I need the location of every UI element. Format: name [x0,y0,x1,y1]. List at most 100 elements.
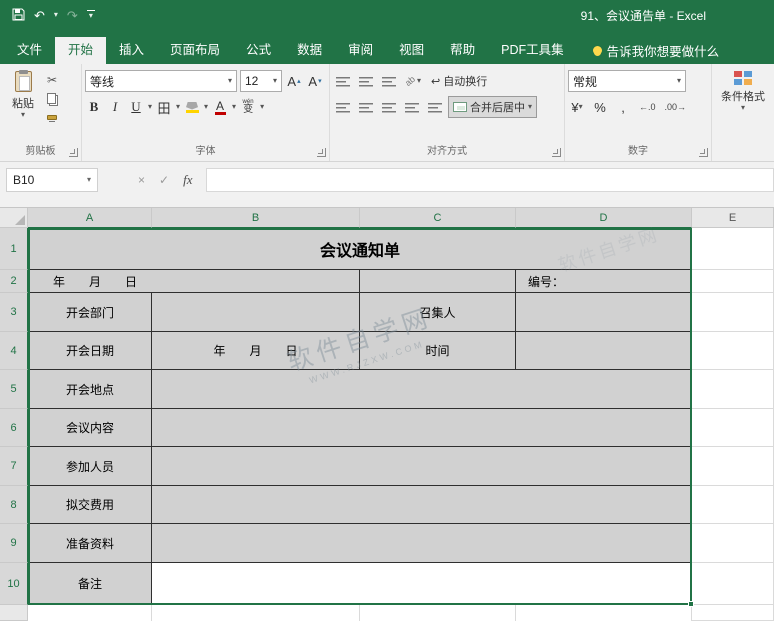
font-dialog-launcher[interactable] [317,148,326,157]
row-header-2[interactable]: 2 [0,270,28,293]
alignment-dialog-launcher[interactable] [552,148,561,157]
bold-button[interactable]: B [85,96,103,118]
number-dialog-launcher[interactable] [699,148,708,157]
cell-e6[interactable] [692,409,774,447]
cell-convener-label[interactable]: 召集人 [360,293,516,332]
row-header-6[interactable]: 6 [0,409,28,447]
customize-qat-icon[interactable]: ▾ [86,10,95,20]
cell-serial-label[interactable]: 编号： [516,270,692,293]
cell-e2[interactable] [692,270,774,293]
cell-e7[interactable] [692,447,774,486]
tab-home[interactable]: 开始 [55,37,107,64]
align-bottom-icon[interactable] [379,70,399,92]
cell-remark-label[interactable]: 备注 [28,563,152,605]
cell-convener-value[interactable] [516,293,692,332]
increase-font-icon[interactable]: A ▴ [285,70,303,92]
comma-format-icon[interactable]: , [614,96,632,118]
align-center-icon[interactable] [356,96,376,118]
column-header-e[interactable]: E [692,208,774,228]
insert-function-icon[interactable]: fx [183,172,192,188]
cell-content-value[interactable] [152,409,692,447]
column-header-a[interactable]: A [28,208,152,228]
cell-e11[interactable] [692,605,774,621]
cell-dept-label[interactable]: 开会部门 [28,293,152,332]
borders-icon[interactable]: 田 [155,96,173,118]
underline-button[interactable]: U [127,96,145,118]
enter-icon[interactable]: ✓ [159,173,169,187]
increase-decimal-icon[interactable]: ←.0 [637,96,658,118]
cell-e3[interactable] [692,293,774,332]
cell-attendees-label[interactable]: 参加人员 [28,447,152,486]
tab-data[interactable]: 数据 [284,37,335,64]
italic-button[interactable]: I [106,96,124,118]
tab-help[interactable]: 帮助 [437,37,488,64]
tab-review[interactable]: 审阅 [335,37,386,64]
format-painter-icon[interactable] [47,110,57,125]
cell-time-label[interactable]: 时间 [360,332,516,370]
cell-a11[interactable] [28,605,152,621]
wrap-text-button[interactable]: ↩ 自动换行 [427,70,491,92]
align-left-icon[interactable] [333,96,353,118]
tab-insert[interactable]: 插入 [106,37,157,64]
cell-b11[interactable] [152,605,360,621]
redo-icon[interactable]: ↷ [67,9,78,22]
align-right-icon[interactable] [379,96,399,118]
row-header-3[interactable]: 3 [0,293,28,332]
row-header-4[interactable]: 4 [0,332,28,370]
row-header-8[interactable]: 8 [0,486,28,524]
active-cell-b10[interactable] [152,563,692,605]
tab-pdf-tools[interactable]: PDF工具集 [488,37,577,64]
cell-attendees-value[interactable] [152,447,692,486]
column-header-b[interactable]: B [152,208,360,228]
row-header-9[interactable]: 9 [0,524,28,563]
paste-dropdown-icon[interactable]: ▾ [21,111,25,119]
cell-e1[interactable] [692,228,774,270]
row-header-5[interactable]: 5 [0,370,28,409]
name-box[interactable]: B10 ▾ [6,168,98,192]
select-all-button[interactable] [0,208,28,228]
cell-c2[interactable] [360,270,516,293]
tab-view[interactable]: 视图 [386,37,437,64]
save-icon[interactable] [12,8,25,23]
orientation-icon[interactable]: ab ▾ [402,70,424,92]
cell-content-label[interactable]: 会议内容 [28,409,152,447]
font-name-combo[interactable]: 等线 ▾ [85,70,237,92]
currency-format-icon[interactable]: ¥ ▾ [568,96,586,118]
cell-title[interactable]: 会议通知单 [28,228,692,270]
cell-d11[interactable] [516,605,692,621]
fill-color-icon[interactable] [183,96,201,118]
cell-e10[interactable] [692,563,774,605]
borders-dropdown-icon[interactable]: ▾ [176,103,180,111]
align-top-icon[interactable] [333,70,353,92]
copy-icon[interactable] [47,91,57,106]
phonetic-guide-icon[interactable]: wén 变 [239,96,257,118]
font-color-dropdown-icon[interactable]: ▾ [232,103,236,111]
phonetic-dropdown-icon[interactable]: ▾ [260,103,264,111]
increase-indent-icon[interactable] [425,96,445,118]
font-color-icon[interactable]: A [211,96,229,118]
column-header-d[interactable]: D [516,208,692,228]
fill-color-dropdown-icon[interactable]: ▾ [204,103,208,111]
column-header-c[interactable]: C [360,208,516,228]
tab-page-layout[interactable]: 页面布局 [157,37,233,64]
percent-format-icon[interactable]: % [591,96,609,118]
decrease-font-icon[interactable]: A ▾ [306,70,324,92]
cell-dept-value[interactable] [152,293,360,332]
cell-e9[interactable] [692,524,774,563]
align-middle-icon[interactable] [356,70,376,92]
merge-center-button[interactable]: 合并后居中 ▾ [448,96,538,118]
cell-meetdate-label[interactable]: 开会日期 [28,332,152,370]
cell-e5[interactable] [692,370,774,409]
cell-fee-label[interactable]: 拟交费用 [28,486,152,524]
cancel-icon[interactable]: × [138,173,145,187]
cut-icon[interactable]: ✂ [47,72,57,87]
cell-date-line[interactable]: 年 月 日 [28,270,360,293]
cell-meetdate-value[interactable]: 年 月 日 [152,332,360,370]
fill-handle[interactable] [688,601,694,607]
cell-time-value[interactable] [516,332,692,370]
tab-file[interactable]: 文件 [4,37,55,64]
undo-icon[interactable]: ↶ [34,9,45,22]
decrease-indent-icon[interactable] [402,96,422,118]
cell-place-value[interactable] [152,370,692,409]
row-header-10[interactable]: 10 [0,563,28,605]
